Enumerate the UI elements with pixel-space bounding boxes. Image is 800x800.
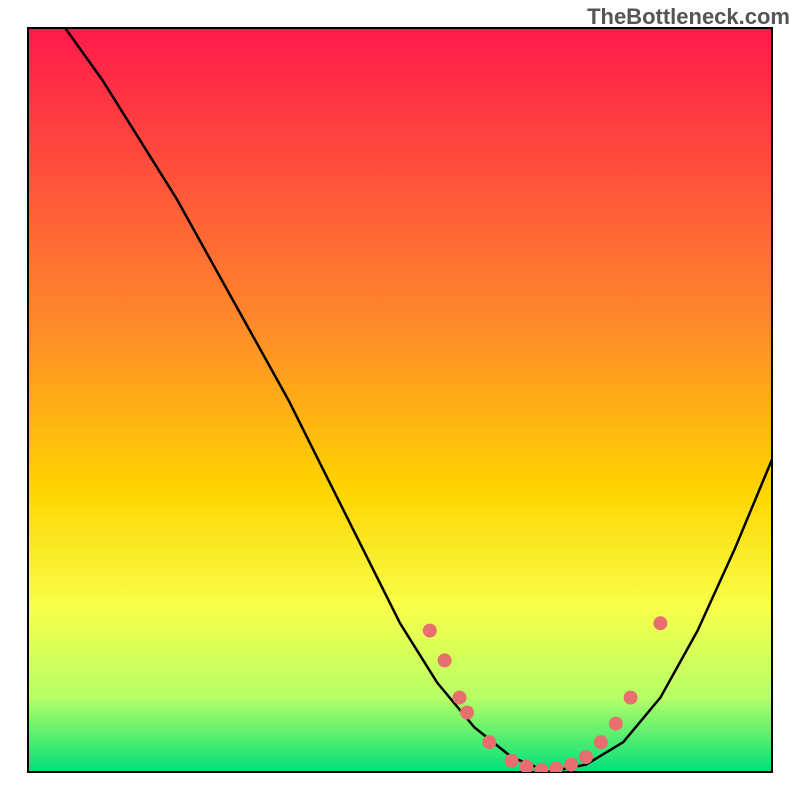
highlight-point — [460, 706, 474, 720]
highlight-point — [579, 750, 593, 764]
highlight-point — [534, 763, 548, 777]
highlight-point — [594, 735, 608, 749]
highlight-point — [624, 691, 638, 705]
bottleneck-chart: TheBottleneck.com — [0, 0, 800, 800]
chart-svg — [0, 0, 800, 800]
highlight-point — [423, 624, 437, 638]
highlight-point — [482, 735, 496, 749]
highlight-point — [609, 717, 623, 731]
highlight-point — [453, 691, 467, 705]
highlight-point — [564, 758, 578, 772]
watermark-text: TheBottleneck.com — [587, 4, 790, 30]
highlight-point — [653, 616, 667, 630]
highlight-point — [505, 754, 519, 768]
highlight-point — [520, 760, 534, 774]
highlight-point — [549, 761, 563, 775]
highlight-point — [438, 653, 452, 667]
